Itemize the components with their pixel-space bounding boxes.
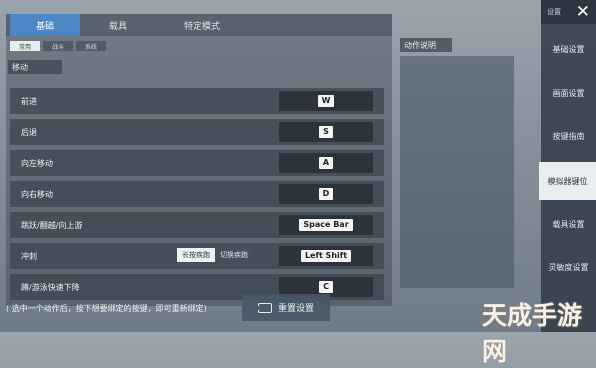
sidebar-item-basic[interactable]: 基础设置 bbox=[541, 30, 596, 68]
description-panel bbox=[400, 56, 514, 288]
action-label: 前进 bbox=[21, 96, 37, 106]
key-cap: W bbox=[317, 95, 335, 107]
action-label: 向左移动 bbox=[21, 158, 53, 168]
reset-icon bbox=[255, 302, 272, 313]
sidebar-item-key-guide[interactable]: 按键指南 bbox=[541, 117, 596, 155]
sidebar-item-graphics[interactable]: 画面设置 bbox=[541, 74, 596, 112]
subtab-combat[interactable]: 战斗 bbox=[43, 41, 73, 51]
binding-row-backward[interactable]: 后退 S bbox=[10, 119, 384, 145]
action-label: 冲刺 bbox=[21, 251, 37, 261]
settings-sidebar: 基础设置 画面设置 按键指南 模拟器键位 载具设置 灵敏度设置 bbox=[539, 24, 596, 332]
key-cap: S bbox=[319, 126, 333, 138]
tab-special-mode[interactable]: 特定模式 bbox=[156, 14, 248, 36]
action-label: 跳跃/翻越/向上游 bbox=[21, 220, 83, 230]
settings-header: 设置 ✕ bbox=[541, 0, 596, 24]
description-title: 动作说明 bbox=[400, 38, 452, 52]
section-title-movement: 移动 bbox=[8, 60, 62, 74]
key-slot[interactable]: D bbox=[279, 184, 373, 204]
reset-button-label: 重置设置 bbox=[277, 304, 314, 314]
key-slot[interactable]: Left Shift bbox=[279, 246, 373, 266]
action-label: 蹲/游泳快速下降 bbox=[21, 282, 80, 292]
sidebar-item-vehicle[interactable]: 载具设置 bbox=[541, 205, 596, 243]
sidebar-item-sensitivity[interactable]: 灵敏度设置 bbox=[541, 248, 596, 286]
key-cap: Left Shift bbox=[300, 250, 352, 262]
binding-row-left[interactable]: 向左移动 A bbox=[10, 150, 384, 176]
key-slot[interactable]: A bbox=[279, 153, 373, 173]
subtab-system[interactable]: 系统 bbox=[76, 41, 106, 51]
binding-row-jump[interactable]: 跳跃/翻越/向上游 Space Bar bbox=[10, 212, 384, 238]
binding-row-sprint[interactable]: 冲刺 长按疾跑 切换疾跑 Left Shift bbox=[10, 243, 384, 269]
binding-row-right[interactable]: 向右移动 D bbox=[10, 181, 384, 207]
key-cap: Space Bar bbox=[299, 219, 353, 231]
key-slot[interactable]: Space Bar bbox=[279, 215, 373, 235]
rebind-hint: ( 选中一个动作后，按下想要绑定的按键，即可重新绑定) bbox=[6, 304, 207, 313]
key-slot[interactable]: S bbox=[279, 122, 373, 142]
key-slot[interactable]: W bbox=[279, 91, 373, 111]
key-cap: A bbox=[318, 157, 334, 169]
top-tab-bar: 基础 载具 特定模式 bbox=[6, 14, 392, 36]
watermark: 天成手游网 bbox=[482, 301, 583, 366]
reset-settings-button[interactable]: 重置设置 bbox=[242, 294, 330, 321]
action-label: 后退 bbox=[21, 127, 37, 137]
key-cap: D bbox=[318, 188, 334, 200]
hold-sprint-option[interactable]: 长按疾跑 bbox=[177, 248, 215, 262]
close-icon[interactable]: ✕ bbox=[576, 2, 590, 22]
binding-row-forward[interactable]: 前进 W bbox=[10, 88, 384, 114]
sprint-mode-toggle: 长按疾跑 切换疾跑 bbox=[177, 248, 253, 262]
tab-basic[interactable]: 基础 bbox=[10, 14, 80, 36]
subtab-common[interactable]: 常用 bbox=[10, 41, 40, 51]
key-cap: C bbox=[319, 281, 333, 293]
toggle-sprint-option[interactable]: 切换疾跑 bbox=[215, 248, 253, 262]
sub-tab-bar: 常用 战斗 系统 bbox=[10, 41, 109, 51]
settings-label: 设置 bbox=[547, 8, 561, 16]
action-label: 向右移动 bbox=[21, 189, 53, 199]
tab-vehicle[interactable]: 载具 bbox=[80, 14, 156, 36]
sidebar-item-emulator-keys[interactable]: 模拟器键位 bbox=[539, 162, 596, 200]
